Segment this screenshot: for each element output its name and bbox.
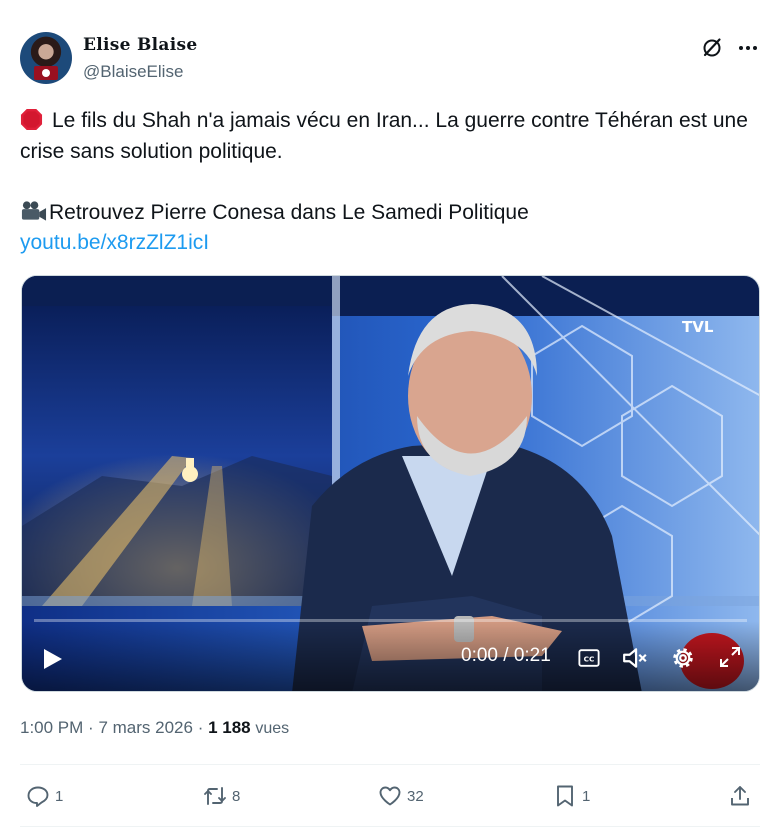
action-bar: 1 8 32 1 — [20, 776, 760, 816]
svg-text:CC: CC — [584, 655, 595, 664]
tweet-header: Elise Blaise @BlaiseElise — [20, 32, 760, 88]
meta-separator: · — [197, 718, 204, 737]
divider — [20, 764, 760, 765]
volume-muted-icon[interactable] — [622, 645, 648, 671]
play-icon[interactable] — [40, 647, 64, 671]
bookmark-count: 1 — [582, 787, 591, 805]
fullscreen-icon[interactable] — [718, 645, 742, 669]
video-controls: 0:00 / 0:21 CC — [22, 619, 759, 691]
tweet-meta: 1:00 PM · 7 mars 2026 · 1 188 vues — [20, 718, 289, 738]
closed-captions-icon[interactable]: CC — [578, 647, 600, 669]
divider — [20, 826, 760, 827]
share-button[interactable] — [728, 776, 752, 816]
more-options-icon[interactable] — [736, 36, 760, 60]
stop-sign-icon — [20, 108, 43, 131]
tweet-line-1: Le fils du Shah n'a jamais vécu en Iran.… — [20, 109, 748, 163]
tweet-text: Le fils du Shah n'a jamais vécu en Iran.… — [20, 106, 760, 259]
tweet-time[interactable]: 1:00 PM — [20, 718, 83, 737]
reply-button[interactable]: 1 — [26, 776, 63, 816]
reply-icon — [27, 786, 49, 807]
share-icon — [731, 786, 749, 806]
like-count: 32 — [407, 787, 424, 805]
avatar[interactable] — [20, 32, 72, 84]
author-name[interactable]: Elise Blaise — [83, 35, 197, 55]
like-button[interactable]: 32 — [378, 776, 424, 816]
author-handle[interactable]: @BlaiseElise — [83, 62, 183, 82]
views-label: vues — [255, 720, 290, 737]
repost-count: 8 — [232, 787, 241, 805]
grok-icon[interactable] — [700, 36, 724, 60]
repost-button[interactable]: 8 — [203, 776, 240, 816]
tweet-line-2: Retrouvez Pierre Conesa dans Le Samedi P… — [49, 200, 529, 224]
movie-camera-icon — [21, 200, 47, 221]
video-time: 0:00 / 0:21 — [461, 645, 551, 666]
tweet-date[interactable]: 7 mars 2026 — [98, 718, 193, 737]
video-progress-bar[interactable] — [34, 619, 747, 622]
reply-count: 1 — [55, 787, 64, 805]
settings-gear-icon[interactable] — [670, 645, 696, 671]
youtube-link[interactable]: youtu.be/x8rzZlZ1icI — [20, 231, 209, 254]
bookmark-button[interactable]: 1 — [553, 776, 590, 816]
meta-separator: · — [88, 718, 94, 737]
bookmark-icon — [557, 785, 573, 807]
repost-icon — [204, 787, 226, 805]
views-count: 1 188 — [208, 718, 251, 737]
heart-icon — [379, 786, 401, 806]
svg-text:TVL: TVL — [682, 318, 714, 336]
video-player[interactable]: TVL 0:00 / 0:21 CC — [21, 275, 760, 692]
